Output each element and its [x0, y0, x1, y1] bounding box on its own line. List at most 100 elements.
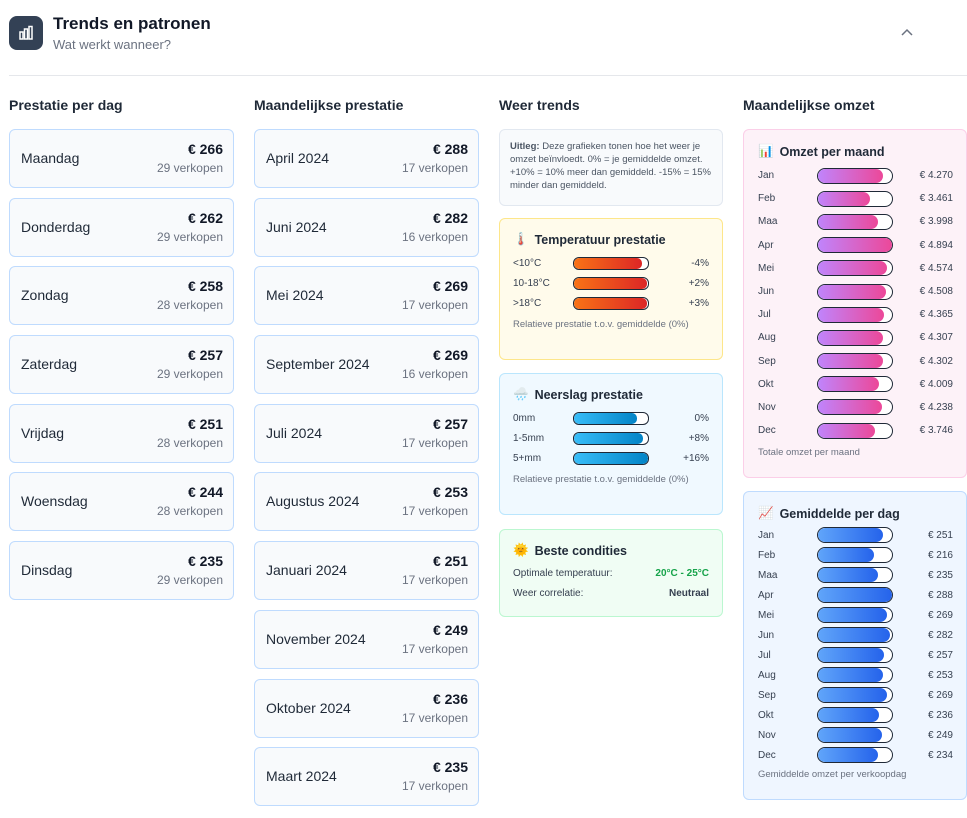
average-bar-fill	[818, 668, 883, 682]
month-count: 17 verkopen	[401, 298, 468, 313]
revenue-row: Dec € 3.746	[758, 419, 953, 442]
revenue-bar	[817, 399, 893, 416]
revenue-bar	[817, 283, 893, 300]
average-month: Apr	[758, 589, 774, 601]
month-amount: € 249	[432, 621, 468, 638]
average-bar-fill	[818, 568, 879, 582]
month-name: Oktober 2024	[266, 699, 351, 716]
month-performance-list: April 2024 € 288 17 verkopen Juni 2024 € 28…	[254, 129, 479, 807]
day-performance-list: Maandag € 266 29 verkopen Donderdag € 262 29…	[9, 129, 234, 601]
month-card: April 2024 € 288 17 verkopen	[254, 129, 479, 188]
precipitation-pct: +8%	[688, 432, 709, 444]
revenue-bar	[817, 376, 893, 393]
average-value: € 236	[927, 709, 953, 721]
monthly-revenue-column: Maandelijkse omzet	[743, 97, 967, 129]
month-name: Juni 2024	[266, 218, 327, 235]
revenue-month: Dec	[758, 425, 776, 437]
average-per-day-rows: Jan € 251 Feb € 216 Maa € 235 Apr € 288 Mei € 269…	[758, 525, 953, 765]
day-card: Zaterdag € 257 29 verkopen	[9, 335, 234, 395]
revenue-value: € 4.270	[919, 170, 953, 182]
day-count: 29 verkopen	[156, 573, 223, 588]
revenue-value: € 4.894	[919, 239, 953, 251]
revenue-row: Apr € 4.894	[758, 234, 953, 257]
revenue-row: Jun € 4.508	[758, 280, 953, 303]
month-amount: € 282	[432, 209, 468, 226]
revenue-row: Maa € 3.998	[758, 210, 953, 233]
month-count: 16 verkopen	[401, 229, 468, 244]
precipitation-bar-fill	[574, 412, 637, 424]
average-month: Mei	[758, 609, 775, 621]
revenue-per-month-title: 📊 Omzet per maand	[758, 144, 953, 159]
weather-correlation-label: Weer correlatie:	[513, 588, 584, 599]
chevron-up-icon[interactable]	[899, 24, 915, 40]
revenue-bar-fill	[818, 261, 888, 276]
best-conditions-title: 🌞 Beste condities	[513, 543, 709, 558]
revenue-bar-fill	[818, 354, 884, 369]
precipitation-panel: 🌧️ Neerslag prestatie 0mm 0% 1-5mm +8% 5+m…	[499, 373, 723, 515]
best-conditions-title-text: Beste condities	[534, 543, 627, 558]
revenue-bar-fill	[818, 214, 879, 229]
month-card: Oktober 2024 € 236 17 verkopen	[254, 678, 479, 738]
temperature-bar	[573, 256, 649, 270]
day-name: Zondag	[21, 287, 69, 304]
month-card: Augustus 2024 € 253 17 verkopen	[254, 472, 479, 532]
month-amount: € 269	[432, 347, 468, 364]
month-performance-title: Maandelijkse prestatie	[254, 97, 404, 113]
average-bar	[817, 687, 893, 703]
revenue-value: € 4.009	[919, 378, 953, 390]
average-bar	[817, 587, 893, 603]
revenue-bar-fill	[818, 423, 875, 438]
revenue-value: € 4.302	[919, 355, 953, 367]
average-month: Nov	[758, 729, 776, 741]
average-row: Maa € 235	[758, 565, 953, 585]
day-card: Maandag € 266 29 verkopen	[9, 129, 234, 188]
day-card: Woensdag € 244 28 verkopen	[9, 472, 234, 532]
average-month: Sep	[758, 689, 776, 701]
temperature-row: <10°C -4%	[513, 253, 709, 273]
day-card: Donderdag € 262 29 verkopen	[9, 197, 234, 257]
day-amount: € 258	[187, 278, 223, 295]
average-value: € 253	[927, 669, 953, 681]
month-name: Januari 2024	[266, 562, 347, 579]
precipitation-row: 1-5mm +8%	[513, 428, 709, 448]
revenue-month: Jun	[758, 286, 775, 298]
revenue-month: Mei	[758, 262, 775, 274]
average-bar	[817, 707, 893, 723]
average-row: Mei € 269	[758, 605, 953, 625]
revenue-bar-fill	[818, 400, 883, 415]
average-value: € 269	[927, 609, 953, 621]
weather-column: Weer trends	[499, 97, 724, 129]
precipitation-pct: 0%	[694, 412, 709, 424]
average-value: € 249	[927, 729, 953, 741]
revenue-bar-fill	[818, 238, 892, 253]
revenue-row: Nov € 4.238	[758, 396, 953, 419]
precipitation-title-text: Neerslag prestatie	[534, 387, 643, 402]
temperature-label: 10-18°C	[513, 277, 550, 289]
average-bar	[817, 667, 893, 683]
average-month: Feb	[758, 549, 776, 561]
day-performance-column: Prestatie per dag Maandag € 266 29 verkope…	[9, 97, 234, 610]
average-value: € 288	[927, 589, 953, 601]
average-month: Aug	[758, 669, 776, 681]
optimal-temp-label: Optimale temperatuur:	[513, 568, 613, 579]
revenue-value: € 3.746	[919, 425, 953, 437]
weather-correlation-value: Neutraal	[668, 588, 709, 599]
day-name: Woensdag	[21, 493, 88, 510]
average-bar-fill	[818, 648, 884, 662]
precipitation-label: 1-5mm	[513, 432, 545, 444]
average-bar-fill	[818, 748, 879, 762]
month-amount: € 236	[432, 690, 468, 707]
revenue-row: Okt € 4.009	[758, 373, 953, 396]
revenue-value: € 3.461	[919, 193, 953, 205]
month-name: November 2024	[266, 630, 366, 647]
average-per-day-panel: 📈 Gemiddelde per dag Jan € 251 Feb € 216 Maa…	[743, 491, 967, 800]
average-row: Apr € 288	[758, 585, 953, 605]
average-value: € 216	[927, 549, 953, 561]
average-row: Sep € 269	[758, 685, 953, 705]
temperature-row: >18°C +3%	[513, 294, 709, 314]
month-count: 17 verkopen	[401, 779, 468, 794]
bar-chart-icon	[9, 16, 43, 50]
month-name: Maart 2024	[266, 768, 337, 785]
average-bar	[817, 607, 893, 623]
day-count: 28 verkopen	[156, 435, 223, 450]
